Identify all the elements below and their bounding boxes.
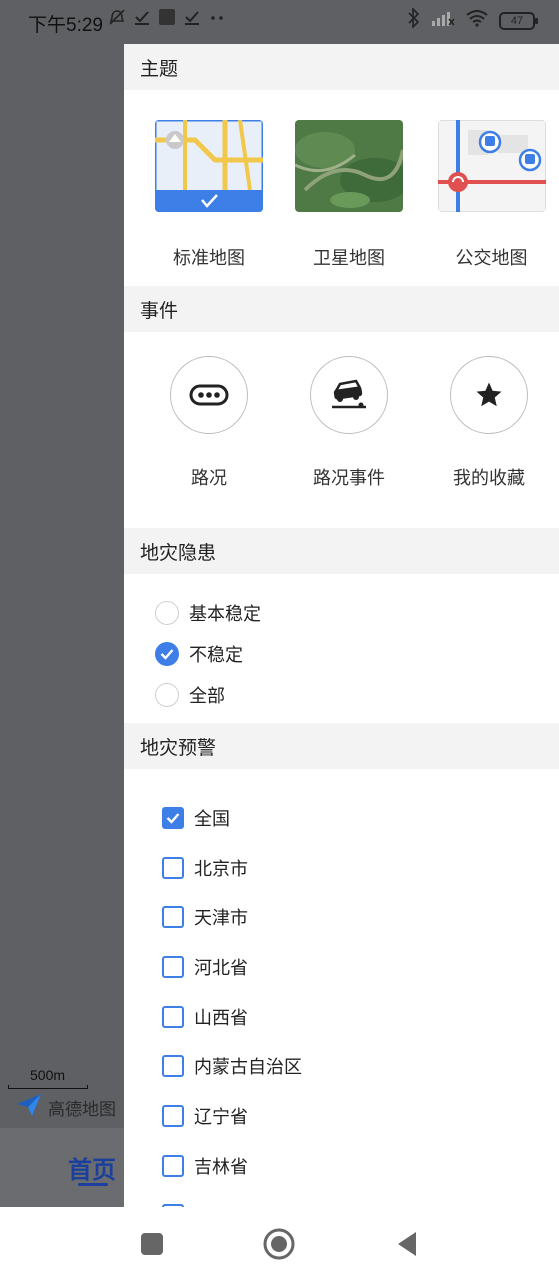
theme-section-title: 主题 — [124, 44, 559, 90]
checkbox[interactable] — [162, 1154, 184, 1177]
map-scale-label: 500m — [30, 1067, 66, 1083]
region-item-national[interactable]: 全国 — [124, 793, 559, 843]
checkbox[interactable] — [162, 856, 184, 879]
checkbox[interactable] — [162, 1055, 184, 1078]
traffic-event-icon — [310, 356, 388, 434]
region-item-jilin[interactable]: 吉林省 — [124, 1141, 559, 1191]
star-icon — [450, 356, 528, 434]
checkbox[interactable] — [162, 1104, 184, 1127]
brand-text: 高德地图 — [48, 1099, 116, 1119]
back-button[interactable] — [390, 1227, 424, 1261]
region-label: 山西省 — [194, 1007, 248, 1028]
checkbox[interactable] — [162, 1005, 184, 1028]
system-navigation-bar — [0, 1207, 559, 1280]
event-option-favorites[interactable]: 我的收藏 — [434, 356, 544, 490]
region-item-liaoning[interactable]: 辽宁省 — [124, 1091, 559, 1141]
region-label: 天津市 — [194, 908, 248, 929]
battery-indicator: 47 — [499, 11, 538, 30]
event-label-favorites: 我的收藏 — [453, 468, 525, 488]
standard-map-thumbnail — [155, 120, 263, 212]
hazard-option-stable[interactable]: 基本稳定 — [124, 592, 559, 633]
event-option-traffic-events[interactable]: 路况事件 — [294, 356, 404, 490]
map-scale-bar — [8, 1085, 88, 1089]
region-label: 辽宁省 — [194, 1106, 248, 1127]
home-circle-icon — [263, 1228, 295, 1260]
hazard-option-all[interactable]: 全部 — [124, 674, 559, 715]
region-item-hebei[interactable]: 河北省 — [124, 942, 559, 992]
theme-option-transit[interactable]: 公交地图 — [434, 120, 549, 270]
region-checkbox-list: 全国 北京市 天津市 河北省 山西省 内蒙古自治区 辽宁省 吉林省 — [124, 769, 559, 1207]
square-icon — [141, 1233, 163, 1255]
recents-button[interactable] — [135, 1227, 169, 1261]
status-system-icons: 47 — [407, 7, 538, 33]
region-label: 吉林省 — [194, 1156, 248, 1177]
amap-logo-icon — [16, 1093, 42, 1122]
region-item-tianjin[interactable]: 天津市 — [124, 892, 559, 942]
event-label-traffic-events: 路况事件 — [313, 468, 385, 488]
theme-label-standard: 标准地图 — [173, 248, 245, 268]
theme-options: 标准地图 卫星地图 公交地图 — [124, 90, 559, 286]
checkbox[interactable] — [162, 955, 184, 978]
event-section-title: 事件 — [124, 286, 559, 332]
signal-icon — [431, 9, 455, 32]
event-label-traffic: 路况 — [191, 468, 227, 488]
hazard-section-title: 地灾隐患 — [124, 528, 559, 574]
region-label: 内蒙古自治区 — [194, 1057, 302, 1078]
checkbox-checked[interactable] — [162, 806, 184, 829]
mute-icon — [108, 8, 126, 31]
radio-button[interactable] — [155, 600, 179, 625]
hazard-option-label: 基本稳定 — [189, 603, 261, 624]
check-icon — [166, 813, 180, 824]
region-item-beijing[interactable]: 北京市 — [124, 843, 559, 893]
event-option-traffic[interactable]: 路况 — [154, 356, 264, 490]
check-icon — [160, 648, 174, 660]
back-triangle-icon — [398, 1232, 416, 1256]
region-item-next-partial[interactable] — [124, 1191, 559, 1207]
region-label: 河北省 — [194, 957, 248, 978]
status-bar: 下午5:29 47 — [0, 0, 559, 44]
hazard-option-label: 全部 — [189, 685, 225, 706]
task-check-icon — [134, 9, 150, 30]
status-time: 下午5:29 — [28, 15, 103, 36]
hazard-option-unstable[interactable]: 不稳定 — [124, 633, 559, 674]
theme-label-satellite: 卫星地图 — [313, 248, 385, 268]
task-check-icon-2 — [184, 9, 200, 30]
satellite-map-thumbnail — [295, 120, 403, 212]
theme-label-transit: 公交地图 — [455, 248, 528, 268]
layer-settings-drawer: 主题 标准地图 卫星地图 公交地图 事件 路况 路况事件 我的收藏 地灾隐患 基… — [124, 44, 559, 1207]
event-options: 路况 路况事件 我的收藏 — [124, 332, 559, 528]
checkbox[interactable] — [162, 906, 184, 929]
region-label: 北京市 — [194, 858, 248, 879]
region-item-shanxi[interactable]: 山西省 — [124, 992, 559, 1042]
wifi-icon — [465, 9, 489, 32]
radio-button[interactable] — [155, 682, 179, 707]
tab-home-indicator — [78, 1183, 108, 1186]
transit-map-thumbnail — [437, 120, 546, 212]
region-item-inner-mongolia[interactable]: 内蒙古自治区 — [124, 1041, 559, 1091]
warning-section-title: 地灾预警 — [124, 723, 559, 769]
traffic-icon — [170, 356, 248, 434]
hazard-option-label: 不稳定 — [189, 644, 243, 665]
app-square-icon — [158, 8, 176, 31]
region-label: 全国 — [194, 808, 230, 829]
more-dots-icon — [208, 9, 226, 30]
theme-option-satellite[interactable]: 卫星地图 — [294, 120, 404, 270]
tab-home[interactable]: 首页 — [68, 1150, 116, 1185]
bluetooth-icon — [407, 7, 421, 33]
theme-option-standard[interactable]: 标准地图 — [154, 120, 264, 270]
status-notification-icons — [108, 8, 226, 31]
radio-button-checked[interactable] — [155, 641, 179, 666]
map-brand-logo: 高德地图 — [16, 1093, 116, 1122]
home-button[interactable] — [262, 1227, 296, 1261]
hazard-radio-group: 基本稳定 不稳定 全部 — [124, 574, 559, 723]
